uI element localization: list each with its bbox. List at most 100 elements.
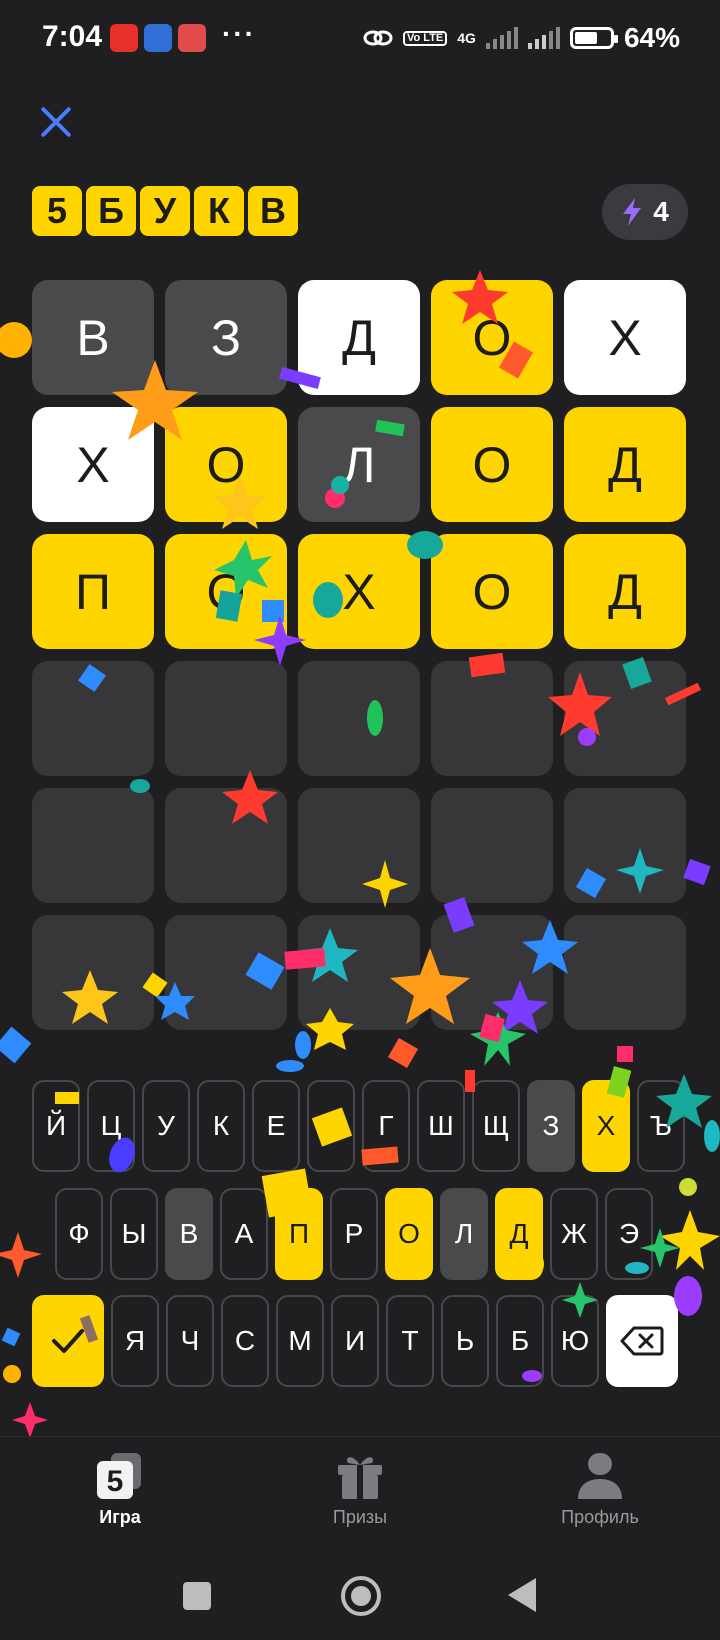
- logo-letter: У: [140, 186, 190, 236]
- logo-letter: 5: [32, 186, 82, 236]
- key[interactable]: Ш: [417, 1080, 465, 1172]
- board-cell: О: [165, 407, 287, 522]
- board-cell: Х: [564, 280, 686, 395]
- board-cell: [32, 788, 154, 903]
- key[interactable]: Д: [495, 1188, 543, 1280]
- key[interactable]: Й: [32, 1080, 80, 1172]
- board-cell: [165, 661, 287, 776]
- board-cell: [564, 915, 686, 1030]
- board-cell: [298, 915, 420, 1030]
- clock: 7:04: [42, 20, 103, 53]
- recent-apps-button[interactable]: [183, 1582, 211, 1610]
- key[interactable]: П: [275, 1188, 323, 1280]
- key[interactable]: Г: [362, 1080, 410, 1172]
- board-cell: З: [165, 280, 287, 395]
- back-button[interactable]: [508, 1578, 536, 1612]
- svg-text:5: 5: [107, 1465, 124, 1498]
- key[interactable]: М: [276, 1295, 324, 1387]
- key[interactable]: В: [165, 1188, 213, 1280]
- key[interactable]: Э: [605, 1188, 653, 1280]
- status-bar: 7:04 ··· Vo LTE 4G 64%: [0, 0, 720, 80]
- key[interactable]: Т: [386, 1295, 434, 1387]
- hints-count: 4: [653, 196, 669, 227]
- network-type: 4G: [457, 30, 476, 46]
- close-button[interactable]: [38, 104, 74, 140]
- submit-key[interactable]: [32, 1295, 104, 1387]
- board-cell: П: [32, 534, 154, 649]
- signal-icon-2: [527, 27, 560, 49]
- profile-icon: [578, 1453, 622, 1499]
- key[interactable]: Ц: [87, 1080, 135, 1172]
- bottom-navigation: 5 Игра Призы Профиль: [0, 1436, 720, 1550]
- keyboard-row-3: ЯЧСМИТЬБЮ: [32, 1295, 685, 1387]
- board-cell: О: [431, 534, 553, 649]
- key[interactable]: Щ: [472, 1080, 520, 1172]
- key[interactable]: Ъ: [637, 1080, 685, 1172]
- link-icon: [363, 30, 393, 46]
- logo-letter: К: [194, 186, 244, 236]
- key[interactable]: Я: [111, 1295, 159, 1387]
- key[interactable]: Е: [252, 1080, 300, 1172]
- board-cell: Д: [564, 534, 686, 649]
- key[interactable]: Ж: [550, 1188, 598, 1280]
- key[interactable]: У: [142, 1080, 190, 1172]
- nav-prizes[interactable]: Призы: [280, 1437, 440, 1551]
- key[interactable]: Ф: [55, 1188, 103, 1280]
- checkmark-icon: [52, 1329, 84, 1353]
- backspace-icon: [620, 1326, 664, 1356]
- board-cell: [431, 661, 553, 776]
- key[interactable]: Ю: [551, 1295, 599, 1387]
- key[interactable]: К: [197, 1080, 245, 1172]
- nav-profile-label: Профиль: [561, 1507, 639, 1527]
- key[interactable]: Б: [496, 1295, 544, 1387]
- key[interactable]: Л: [440, 1188, 488, 1280]
- battery-percent: 64%: [623, 22, 680, 53]
- board-cell: [564, 661, 686, 776]
- board-cell: [431, 788, 553, 903]
- key[interactable]: О: [385, 1188, 433, 1280]
- board-cell: Х: [298, 534, 420, 649]
- status-indicators: Vo LTE 4G 64%: [363, 22, 680, 54]
- logo-letter: В: [248, 186, 298, 236]
- nav-profile[interactable]: Профиль: [520, 1437, 680, 1551]
- board-cell: О: [431, 407, 553, 522]
- gift-icon: [338, 1457, 382, 1499]
- nav-prizes-label: Призы: [332, 1507, 388, 1527]
- bowling-app-icon: [178, 24, 206, 52]
- logo-letter: Б: [86, 186, 136, 236]
- nav-game-label: Игра: [99, 1507, 141, 1527]
- lightning-icon: [623, 198, 642, 226]
- nav-game[interactable]: 5 Игра: [40, 1437, 200, 1551]
- board-cell: [32, 661, 154, 776]
- key[interactable]: А: [220, 1188, 268, 1280]
- battery-icon: [569, 27, 618, 49]
- board-cell: [32, 915, 154, 1030]
- board-cell: Д: [564, 407, 686, 522]
- board-cell: [564, 788, 686, 903]
- more-notifications-icon: ···: [222, 18, 256, 49]
- key[interactable]: Ы: [110, 1188, 158, 1280]
- board-cell: [431, 915, 553, 1030]
- board-cell: [165, 788, 287, 903]
- key[interactable]: С: [221, 1295, 269, 1387]
- board-cell: [298, 788, 420, 903]
- game-board: ВЗДОХХОЛОДПОХОД: [32, 280, 686, 1030]
- board-cell: [165, 915, 287, 1030]
- key[interactable]: З: [527, 1080, 575, 1172]
- yandex-app-icon: [110, 24, 138, 52]
- key[interactable]: Ь: [441, 1295, 489, 1387]
- hints-button[interactable]: 4: [602, 184, 688, 240]
- home-button[interactable]: [341, 1576, 381, 1616]
- backspace-key[interactable]: [606, 1295, 678, 1387]
- key[interactable]: Н: [307, 1080, 355, 1172]
- billiards-app-icon: [144, 24, 172, 52]
- board-cell: О: [431, 280, 553, 395]
- key[interactable]: И: [331, 1295, 379, 1387]
- key[interactable]: Х: [582, 1080, 630, 1172]
- board-cell: Д: [298, 280, 420, 395]
- keyboard-row-2: ФЫВАПРОЛДЖЭ: [55, 1188, 660, 1280]
- board-cell: О: [165, 534, 287, 649]
- board-cell: [298, 661, 420, 776]
- key[interactable]: Р: [330, 1188, 378, 1280]
- key[interactable]: Ч: [166, 1295, 214, 1387]
